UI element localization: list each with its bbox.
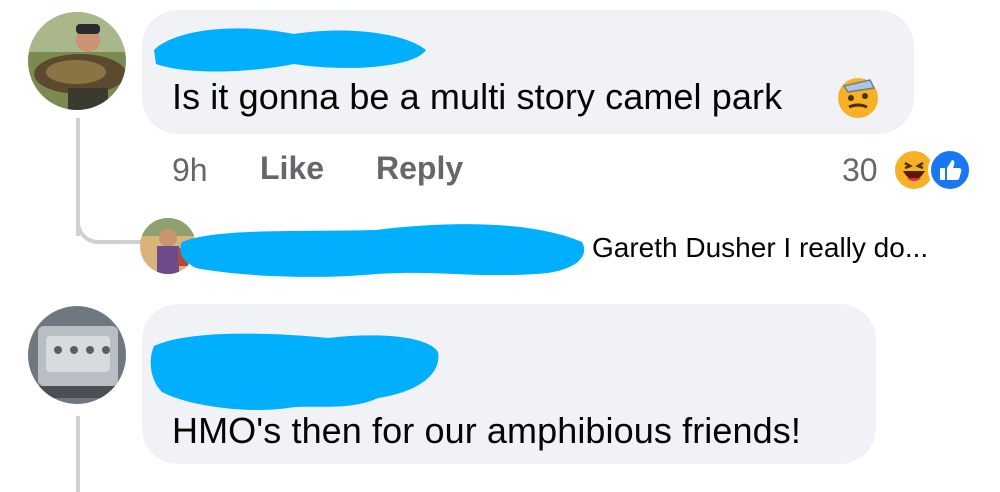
comment-text: HMO's then for our amphibious friends! [172,410,801,451]
reply-preview-text[interactable]: Gareth Dusher I really do... [592,232,928,264]
salute-emoji-icon [836,76,880,120]
thread-connector [76,200,142,244]
avatar[interactable] [28,12,126,110]
avatar[interactable] [28,306,126,404]
reply-button[interactable]: Reply [376,150,463,187]
redacted-author-name [150,333,439,411]
like-button[interactable]: Like [260,150,324,187]
redacted-author-name [154,28,426,72]
comment-text: Is it gonna be a multi story camel park [172,76,783,117]
reaction-count[interactable]: 30 [842,152,878,189]
comment-time: 9h [172,152,208,188]
like-reaction-icon[interactable] [928,148,972,192]
redacted-reply-author [180,224,585,277]
thread-line [76,416,80,492]
